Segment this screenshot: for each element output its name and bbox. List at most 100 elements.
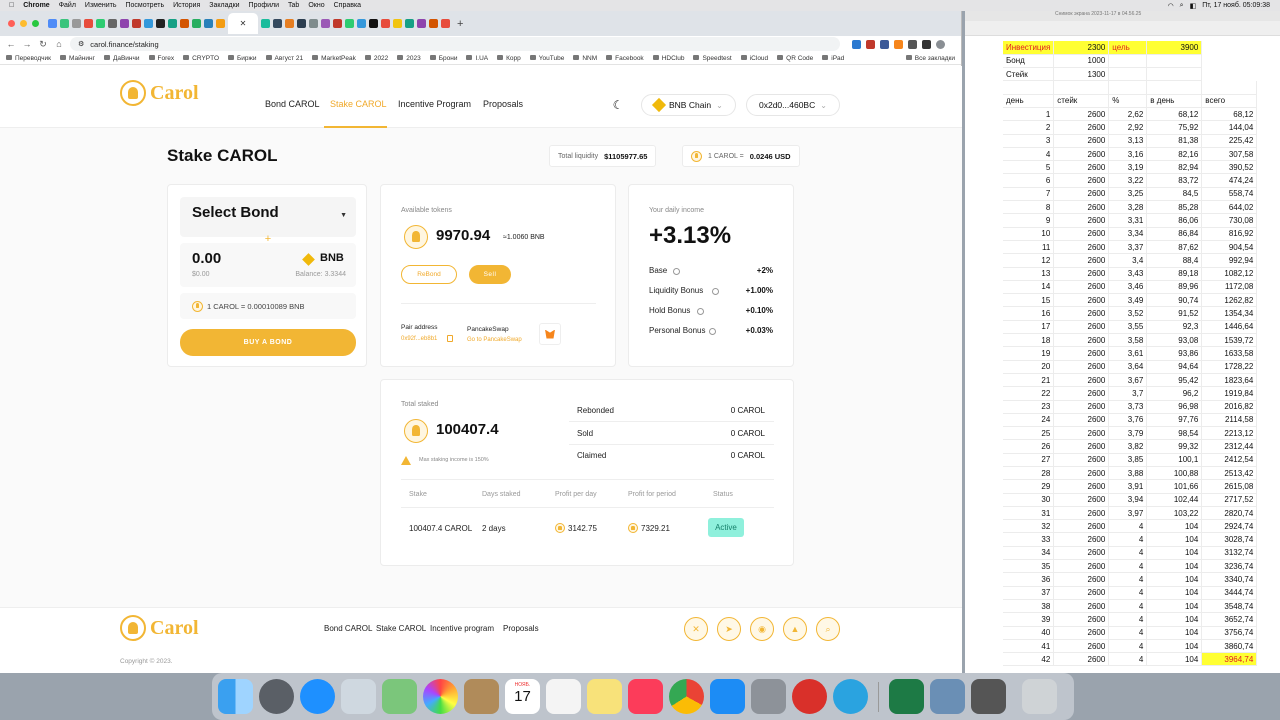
chrome-icon[interactable] <box>669 679 704 714</box>
sheet-cell[interactable]: стейк <box>1053 94 1110 108</box>
sheet-cell[interactable]: 13 <box>1003 267 1055 281</box>
tab-favicon[interactable] <box>357 19 366 28</box>
music-icon[interactable] <box>628 679 663 714</box>
sheet-cell[interactable]: 3,49 <box>1108 293 1148 308</box>
tab-favicon[interactable] <box>381 19 390 28</box>
sheet-cell[interactable]: 2600 <box>1053 386 1110 401</box>
sheet-cell[interactable]: 5 <box>1003 160 1055 175</box>
sheet-cell[interactable]: 100,1 <box>1146 453 1203 468</box>
sheet-cell[interactable]: 2600 <box>1053 280 1110 295</box>
tab-favicon[interactable] <box>261 19 270 28</box>
menu-clock[interactable]: Пт, 17 нояб. 05:09:38 <box>1202 2 1270 9</box>
bookmark-item[interactable]: Forex <box>149 55 175 62</box>
sheet-cell[interactable]: 4 <box>1108 559 1148 574</box>
sheet-cell[interactable]: 83,72 <box>1146 173 1203 188</box>
sheet-cell[interactable]: 144,04 <box>1201 120 1258 135</box>
sheet-cell[interactable]: 3,91 <box>1108 479 1148 494</box>
new-tab-icon[interactable]: + <box>457 18 463 30</box>
trash-icon[interactable] <box>1022 679 1057 714</box>
sheet-cell[interactable]: 36 <box>1003 572 1055 587</box>
sheet-cell[interactable]: 2513,42 <box>1201 466 1258 481</box>
search-icon[interactable]: ⌕ <box>1180 2 1184 10</box>
bookmark-item[interactable]: Биржи <box>228 55 257 62</box>
sheet-cell[interactable]: 4 <box>1108 639 1148 654</box>
sheet-cell[interactable]: 3756,74 <box>1201 626 1258 640</box>
sheet-cell[interactable]: 3,13 <box>1108 134 1148 148</box>
sheet-cell[interactable]: 68,12 <box>1201 107 1258 122</box>
sheet-cell[interactable]: 9 <box>1003 213 1055 228</box>
sheet-cell[interactable]: 3 <box>1003 134 1055 148</box>
sheet-cell[interactable]: 10 <box>1003 227 1055 241</box>
sheet-cell[interactable]: 3,58 <box>1108 333 1148 348</box>
sheet-cell[interactable]: 2600 <box>1053 439 1110 454</box>
sheet-cell[interactable]: 2600 <box>1053 506 1110 521</box>
mail-icon[interactable] <box>341 679 376 714</box>
home-icon[interactable]: ⌂ <box>54 39 64 49</box>
sheet-cell[interactable]: 1446,64 <box>1201 320 1258 335</box>
launchpad-icon[interactable] <box>259 679 294 714</box>
sheet-cell[interactable]: 2312,44 <box>1201 439 1258 454</box>
sheet-cell[interactable]: 904,54 <box>1201 240 1258 255</box>
sheet-cell[interactable]: 17 <box>1003 320 1055 335</box>
forward-icon[interactable]: → <box>22 39 32 49</box>
sheet-cell[interactable]: 37 <box>1003 586 1055 600</box>
sheet-cell[interactable]: 2600 <box>1053 493 1110 507</box>
control-center-icon[interactable]: ◧ <box>1190 2 1197 10</box>
sheet-cell[interactable]: 18 <box>1003 333 1055 348</box>
bookmark-item[interactable]: Speedtest <box>693 55 731 62</box>
sheet-cell[interactable]: 101,66 <box>1146 479 1203 494</box>
menu-edit[interactable]: Изменить <box>85 2 117 9</box>
sheet-cell[interactable]: 3444,74 <box>1201 586 1258 600</box>
sheet-cell[interactable]: 2600 <box>1053 586 1110 600</box>
chain-selector[interactable]: BNB Chain ⌄ <box>641 94 736 116</box>
sheet-cell[interactable]: 3,43 <box>1108 267 1148 281</box>
maps-icon[interactable] <box>382 679 417 714</box>
menu-view[interactable]: Посмотреть <box>126 2 165 9</box>
education-icon[interactable]: ▲ <box>783 617 807 641</box>
sheet-cell[interactable]: 102,44 <box>1146 493 1203 507</box>
sheet-cell[interactable]: 4 <box>1003 147 1055 162</box>
tab-favicon[interactable] <box>96 19 105 28</box>
select-bond-dropdown[interactable]: Select Bond ▼ <box>180 197 356 237</box>
sheet-cell[interactable]: 3,25 <box>1108 187 1148 202</box>
tab-favicon[interactable] <box>273 19 282 28</box>
sheet-cell[interactable]: 2600 <box>1053 652 1110 667</box>
tab-favicon[interactable] <box>120 19 129 28</box>
sheet-cell[interactable]: 1919,84 <box>1201 386 1258 401</box>
sheet-cell[interactable]: 23 <box>1003 400 1055 414</box>
sheet-cell[interactable]: 8 <box>1003 200 1055 215</box>
extension-icon[interactable] <box>866 39 875 49</box>
bond-amount-input[interactable]: 0.00 <box>192 250 221 267</box>
tab-favicon[interactable] <box>84 19 93 28</box>
sheet-cell[interactable]: 3,37 <box>1108 240 1148 255</box>
sheet-cell[interactable]: 95,42 <box>1146 373 1203 388</box>
sheet-cell[interactable]: 2600 <box>1053 453 1110 468</box>
sheet-cell[interactable]: 2,62 <box>1108 107 1148 122</box>
sheet-cell[interactable]: 104 <box>1146 639 1203 654</box>
bookmark-item[interactable]: NNM <box>573 55 597 62</box>
sheet-cell[interactable]: 86,84 <box>1146 227 1203 241</box>
sheet-cell[interactable]: 2412,54 <box>1201 453 1258 468</box>
sheet-cell[interactable]: 90,74 <box>1146 293 1203 308</box>
sheet-cell[interactable]: день <box>1003 94 1055 108</box>
anydesk-icon[interactable] <box>792 679 827 714</box>
info-icon[interactable] <box>673 268 680 275</box>
bookmark-item[interactable]: HDClub <box>653 55 685 62</box>
sheet-cell[interactable]: 34 <box>1003 546 1055 561</box>
bookmark-item[interactable]: Корр <box>497 55 521 62</box>
sheet-cell[interactable]: 2600 <box>1053 612 1110 627</box>
sheet-cell[interactable]: 1633,58 <box>1201 346 1258 361</box>
sheet-cell[interactable] <box>1108 80 1148 95</box>
menu-window[interactable]: Окно <box>308 2 324 9</box>
sheet-cell[interactable] <box>1201 80 1258 95</box>
bookmark-all[interactable]: Все закладки <box>906 55 955 62</box>
info-icon[interactable] <box>712 288 719 295</box>
sheet-cell[interactable]: 2600 <box>1053 227 1110 241</box>
sheet-cell[interactable]: 2600 <box>1053 267 1110 281</box>
footer-link-proposals[interactable]: Proposals <box>503 624 539 633</box>
sheet-cell[interactable]: 2600 <box>1053 413 1110 428</box>
sheet-cell[interactable]: 3,34 <box>1108 227 1148 241</box>
url-input[interactable]: ⚙ carol.finance/staking <box>70 37 840 51</box>
sheet-cell[interactable]: 2615,08 <box>1201 479 1258 494</box>
footer-link-incentive[interactable]: Incentive program <box>430 624 494 633</box>
